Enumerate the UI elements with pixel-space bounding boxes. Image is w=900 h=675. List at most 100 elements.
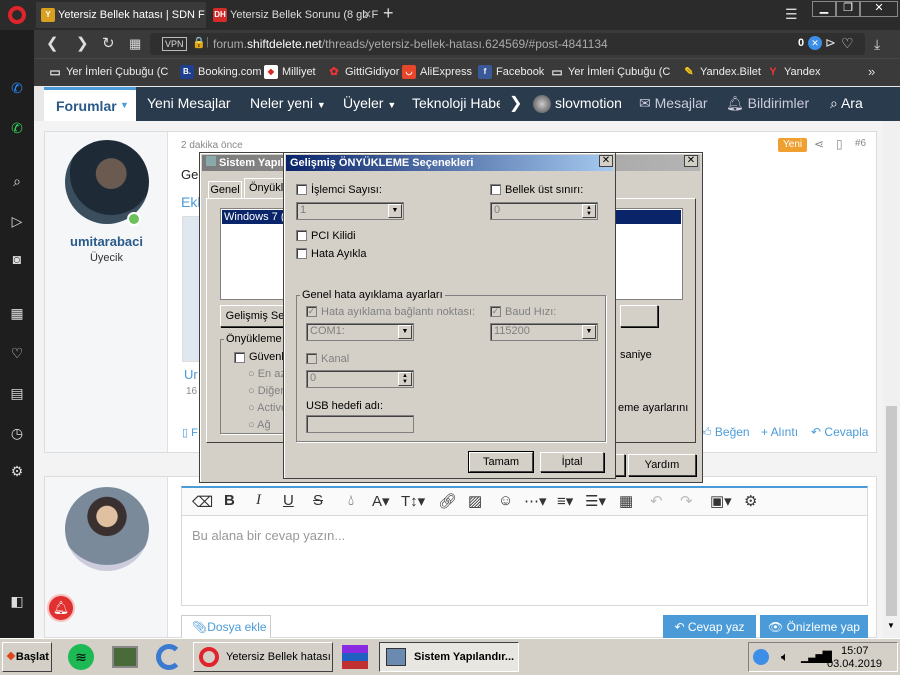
eraser-icon[interactable]: ⌫: [192, 493, 213, 511]
processor-count-select[interactable]: 1 ▼: [296, 202, 404, 220]
scrollbar-thumb[interactable]: [886, 406, 897, 616]
taskbar-sysconfig[interactable]: Sistem Yapılandır...: [379, 642, 519, 672]
nav-scroll-right-icon[interactable]: ❯: [509, 93, 522, 113]
scroll-down-icon[interactable]: ▼: [887, 621, 895, 630]
spotify-icon[interactable]: ≋: [68, 644, 94, 670]
align-icon[interactable]: ≡▾: [557, 492, 573, 510]
bookmark-item[interactable]: ◡ AliExpress: [402, 65, 472, 79]
font-icon[interactable]: A▾: [372, 492, 390, 510]
new-tab-button[interactable]: +: [383, 3, 394, 24]
list-icon[interactable]: ☰▾: [585, 492, 606, 510]
reply-editor[interactable]: Bu alana bir cevap yazın...: [181, 516, 868, 606]
image-icon[interactable]: ▨: [468, 492, 482, 510]
app-monitor-icon[interactable]: [112, 646, 138, 668]
post-link[interactable]: Ekl: [181, 194, 200, 210]
help-button[interactable]: Yardım: [628, 454, 696, 476]
vpn-badge[interactable]: VPN: [162, 37, 187, 51]
redo-icon[interactable]: ↷: [680, 492, 693, 510]
signal-icon[interactable]: ▁▃▅▇: [801, 649, 832, 663]
avatar[interactable]: [65, 140, 149, 224]
cancel-button[interactable]: İptal: [540, 452, 604, 472]
minimize-button[interactable]: ▁: [812, 1, 836, 17]
nav-mesajlar[interactable]: ✉ Mesajlar: [639, 95, 708, 112]
bookmark-item[interactable]: f Facebook: [478, 65, 544, 79]
sysconfig-btn-right[interactable]: [620, 305, 658, 327]
channel-checkbox[interactable]: [306, 353, 317, 364]
clock-date[interactable]: 03.04.2019: [827, 658, 882, 670]
radio-active[interactable]: ○ Active: [248, 402, 287, 414]
radio-network[interactable]: ○ Ağ: [248, 419, 271, 431]
underline-icon[interactable]: U: [283, 492, 294, 509]
nav-yeni-mesajlar[interactable]: Yeni Mesajlar: [147, 95, 231, 111]
tray-browser-icon[interactable]: [753, 649, 769, 665]
bookmark-item[interactable]: ▭ Yer İmleri Çubuğu (Chr: [550, 65, 670, 79]
ad-block-icon[interactable]: ✕: [808, 36, 822, 50]
messenger-icon[interactable]: ✆: [9, 80, 25, 96]
forward-icon[interactable]: ❯: [76, 35, 89, 53]
back-icon[interactable]: ❮: [46, 35, 59, 53]
tabs-grid-icon[interactable]: ▦: [129, 35, 141, 53]
ccleaner-icon[interactable]: [156, 644, 182, 670]
url-field[interactable]: VPN 🔒 | forum.shiftdelete.net/threads/ye…: [150, 33, 865, 55]
bookmark-item[interactable]: ✿ GittiGidiyor: [327, 65, 399, 79]
bookmark-item[interactable]: Y Yandex: [766, 65, 820, 79]
tab-donanimhaber[interactable]: DH Yetersiz Bellek Sorunu (8 gb F ✕: [208, 2, 378, 28]
processor-count-checkbox[interactable]: [296, 184, 307, 195]
start-button[interactable]: ❖Başlat: [2, 642, 52, 672]
quote-button[interactable]: + Alıntı: [761, 425, 798, 439]
notification-bell-icon[interactable]: 🔔︎: [47, 594, 75, 622]
taskbar-opera[interactable]: Yetersiz Bellek hatası ...: [193, 642, 333, 672]
settings-icon[interactable]: ⚙: [9, 463, 25, 479]
baud-rate-checkbox[interactable]: ✓: [490, 306, 501, 317]
radio-other[interactable]: ○ Diğer: [248, 385, 284, 397]
heart-icon[interactable]: ♡: [9, 345, 25, 361]
close-button[interactable]: ✕: [860, 1, 898, 17]
submit-reply-button[interactable]: ↶ Cevap yaz: [663, 615, 756, 639]
volume-icon[interactable]: 🔈︎: [781, 649, 789, 665]
tab-onyukleme[interactable]: Önyükleme: [244, 178, 286, 198]
reply-button[interactable]: ↶ Cevapla: [811, 425, 868, 439]
avatar[interactable]: [65, 487, 149, 571]
nav-bildirimler[interactable]: 🔔︎ Bildirimler: [726, 95, 809, 112]
nav-neler-yeni[interactable]: Neler yeni ▼: [250, 95, 326, 111]
advanced-options-button[interactable]: Gelişmiş Se: [220, 305, 290, 327]
download-icon[interactable]: ⤓: [874, 36, 880, 53]
post-username[interactable]: umitarabaci: [45, 234, 168, 249]
post-time[interactable]: 2 dakika önce: [181, 140, 243, 151]
usb-target-input[interactable]: [306, 415, 414, 433]
tab-close-icon[interactable]: ✕: [363, 2, 372, 28]
scrollbar[interactable]: ▼: [883, 121, 900, 638]
italic-icon[interactable]: I: [256, 492, 261, 509]
max-memory-spinner[interactable]: 0 ▲ ▼: [490, 202, 598, 220]
tab-sdn[interactable]: Y Yetersiz Bellek hatası | SDN F: [36, 2, 206, 28]
ad-block-count[interactable]: 0: [798, 37, 804, 49]
undo-icon[interactable]: ↶: [650, 492, 663, 510]
nav-teknoloji[interactable]: Teknoloji Habe: [412, 95, 500, 111]
snap-icon[interactable]: ⊳: [825, 35, 836, 51]
nav-uyeler[interactable]: Üyeler ▼: [343, 95, 396, 111]
speed-dial-icon[interactable]: ▦: [9, 305, 25, 321]
preview-button[interactable]: 👁︎ Önizleme yap: [760, 615, 868, 639]
debug-port-checkbox[interactable]: ✓: [306, 306, 317, 317]
bookmark-item[interactable]: ✎ Yandex.Bilet: [682, 65, 761, 79]
nav-user[interactable]: slovmotion: [555, 95, 622, 111]
baud-rate-select[interactable]: 115200 ▼: [490, 323, 598, 341]
attachment-name[interactable]: Ur: [184, 367, 198, 382]
bookmark-heart-icon[interactable]: ♡: [841, 35, 854, 52]
debug-port-select[interactable]: COM1: ▼: [306, 323, 414, 341]
winrar-icon[interactable]: [342, 645, 368, 669]
drafts-icon[interactable]: ▣▾: [710, 492, 732, 510]
clock-time[interactable]: 15:07: [841, 645, 869, 657]
news-icon[interactable]: ▤: [9, 385, 25, 401]
ok-button[interactable]: Tamam: [468, 451, 534, 473]
search-icon[interactable]: ⌕: [9, 173, 25, 189]
bookmarks-more-icon[interactable]: »: [868, 64, 875, 79]
send-icon[interactable]: ▷: [9, 213, 25, 229]
strikethrough-icon[interactable]: S: [313, 492, 323, 509]
debug-checkbox[interactable]: [296, 248, 307, 259]
camera-icon[interactable]: ◙: [9, 251, 25, 267]
max-memory-checkbox[interactable]: [490, 184, 501, 195]
pci-lock-checkbox[interactable]: [296, 230, 307, 241]
color-icon[interactable]: 💧︎: [348, 492, 354, 509]
history-icon[interactable]: ◷: [9, 425, 25, 441]
